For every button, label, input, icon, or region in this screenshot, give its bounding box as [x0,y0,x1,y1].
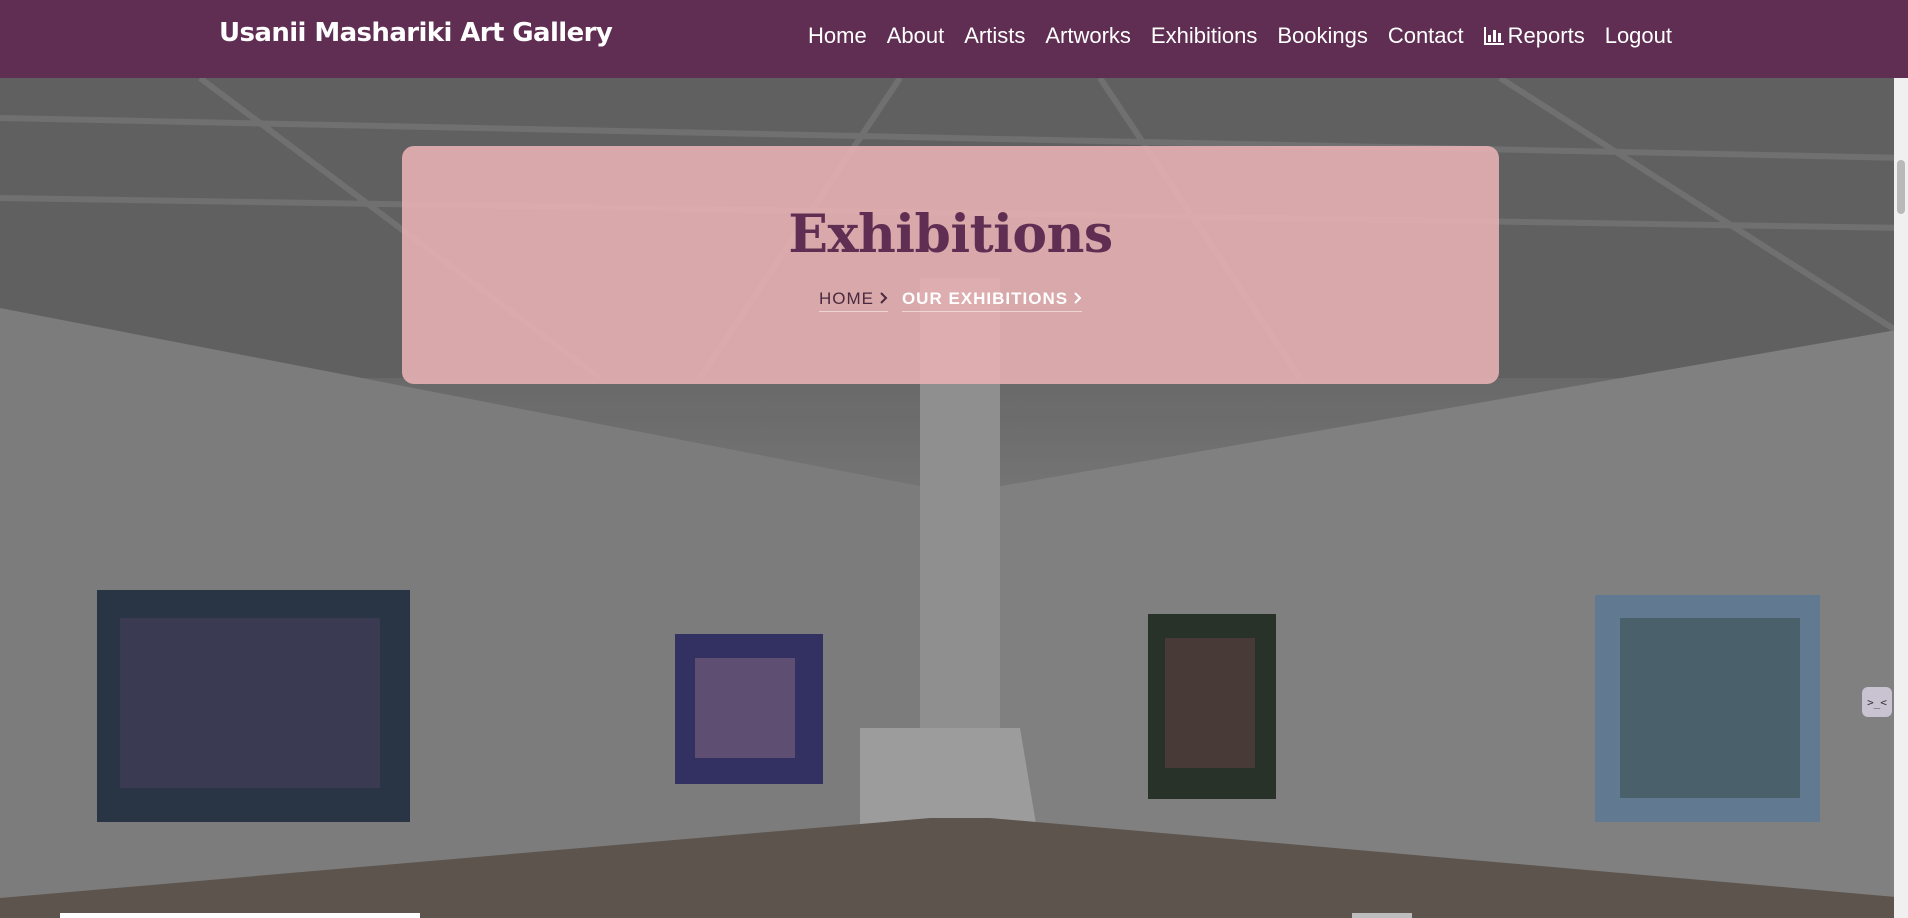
hero-section: Exhibitions HOME OUR EXHIBITIONS [0,78,1908,918]
nav-about[interactable]: About [887,23,945,49]
assistant-widget-button[interactable]: >_< [1862,687,1892,717]
nav-label: Artists [964,23,1026,48]
breadcrumb-current[interactable]: OUR EXHIBITIONS [901,289,1083,312]
page-title: Exhibitions [788,204,1113,265]
breadcrumb-home-label: HOME [818,289,874,308]
page-header-card: Exhibitions HOME OUR EXHIBITIONS [402,146,1499,384]
nav-home[interactable]: Home [808,23,867,49]
nav-artists[interactable]: Artists [964,23,1025,49]
nav-label: Bookings [1277,23,1368,48]
nav-contact[interactable]: Contact [1388,23,1464,49]
nav-label: Contact [1387,23,1464,48]
bar-chart-icon [1483,27,1504,45]
chevron-right-icon [880,289,888,309]
top-navbar: Usanii Mashariki Art Gallery Home About … [0,0,1908,78]
breadcrumb-home[interactable]: HOME [818,289,888,312]
nav-label: Logout [1604,23,1672,48]
nav-label: Home [808,23,867,48]
nav-exhibitions[interactable]: Exhibitions [1151,23,1257,49]
nav-reports[interactable]: Reports [1483,23,1585,49]
horizontal-scroll-indicator [60,913,420,918]
horizontal-scroll-indicator-secondary [1352,913,1412,918]
page-scrollbar[interactable] [1894,78,1908,918]
nav-artworks[interactable]: Artworks [1045,23,1131,49]
nav-label: Exhibitions [1150,23,1258,48]
nav-logout[interactable]: Logout [1605,23,1672,49]
nav-label: About [886,23,945,48]
breadcrumb: HOME OUR EXHIBITIONS [402,289,1499,312]
main-nav: Home About Artists Artworks Exhibitions … [808,0,1672,72]
nav-label: Reports [1507,23,1585,48]
scrollbar-thumb[interactable] [1897,160,1905,214]
nav-label: Artworks [1045,23,1131,48]
chevron-right-icon [1074,289,1082,309]
brand-logo[interactable]: Usanii Mashariki Art Gallery [219,18,613,48]
nav-bookings[interactable]: Bookings [1277,23,1368,49]
breadcrumb-current-label: OUR EXHIBITIONS [901,289,1069,308]
